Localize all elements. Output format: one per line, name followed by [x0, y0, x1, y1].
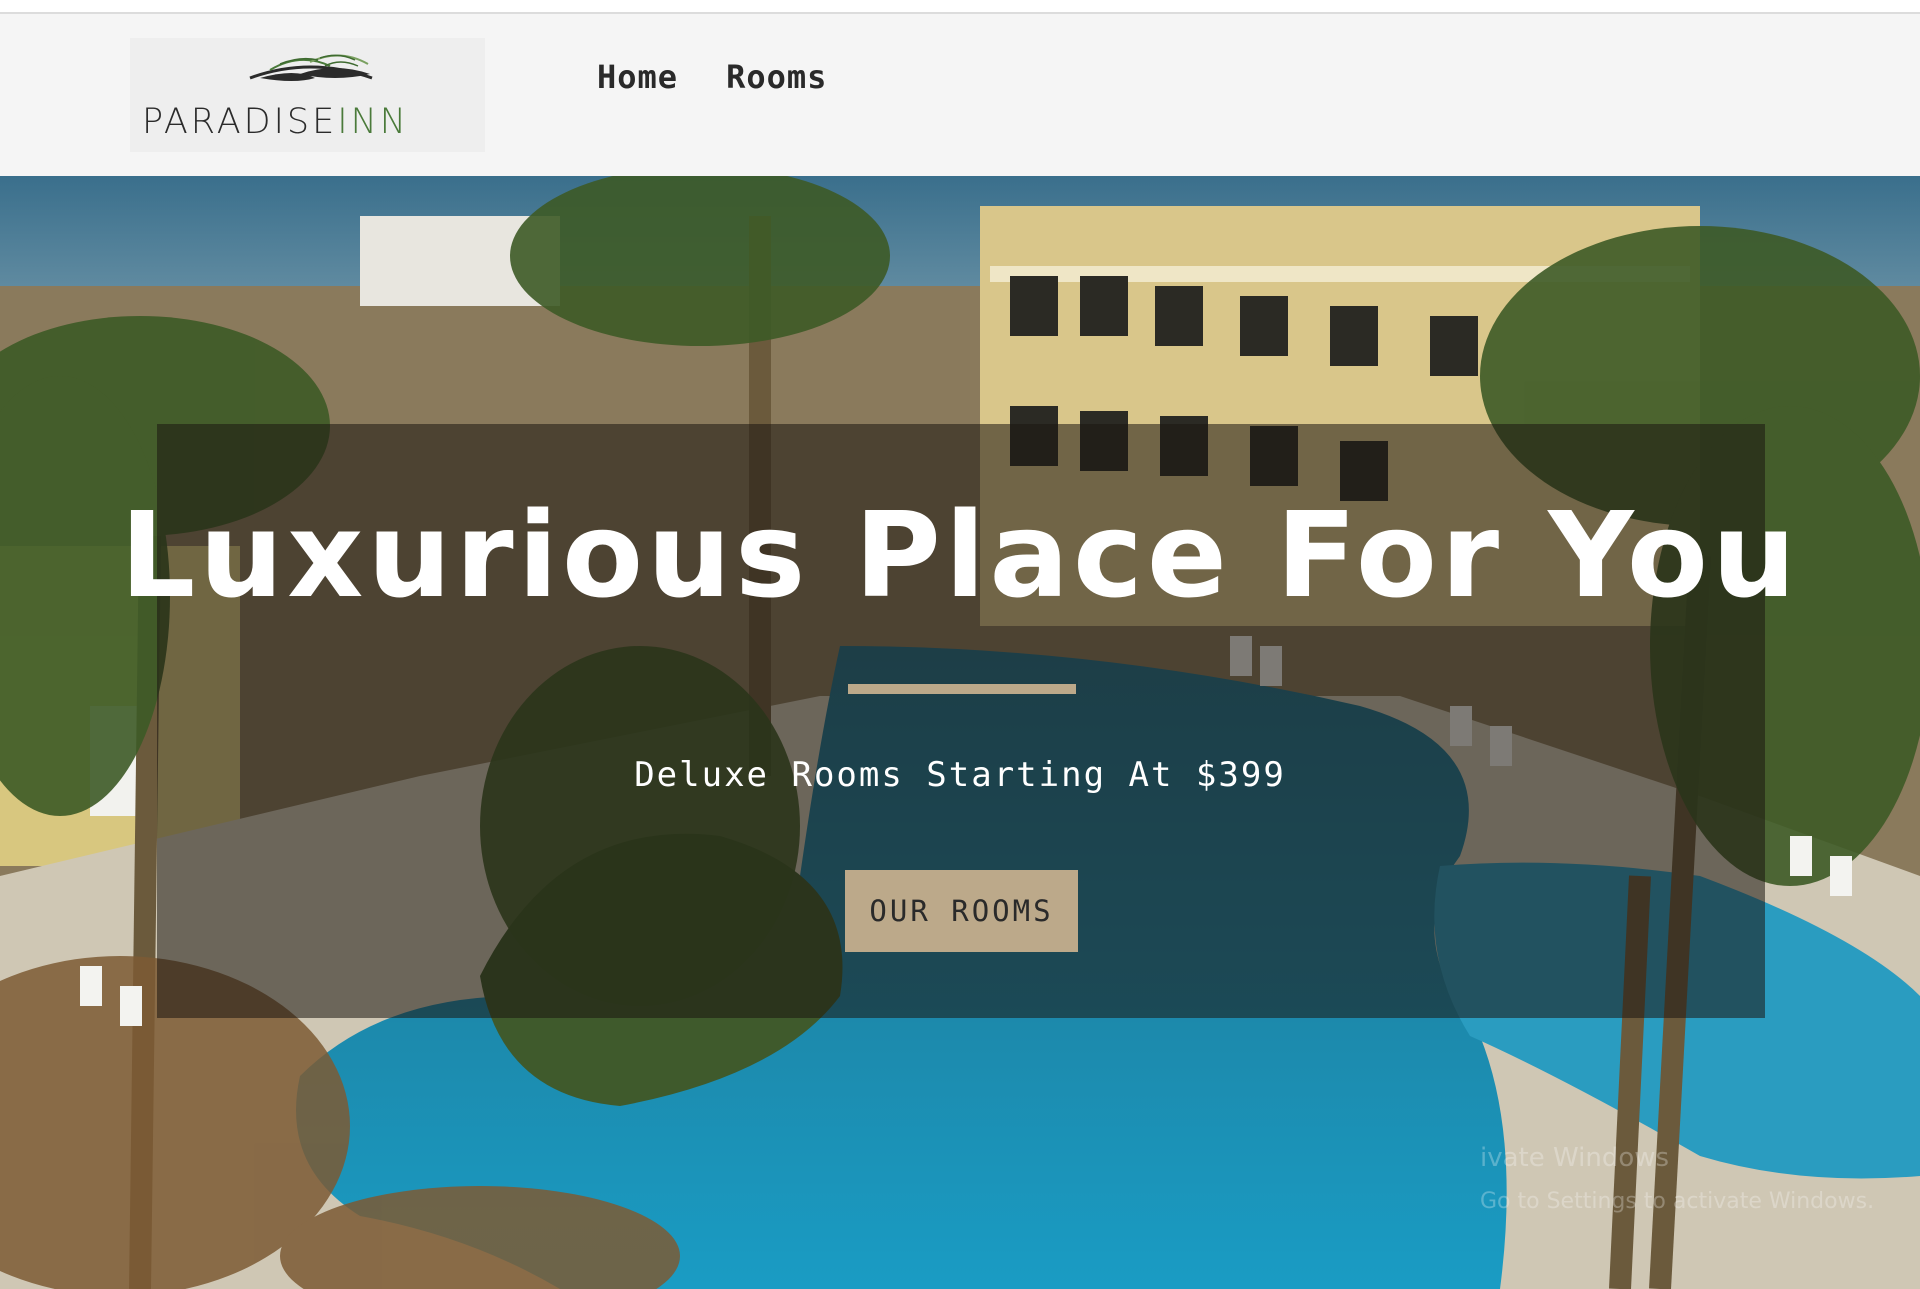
watermark-line-1: ivate Windows — [1480, 1143, 1670, 1173]
logo-wordmark-accent: INN — [337, 102, 409, 142]
site-header: PARADISEINN Home Rooms — [0, 14, 1920, 176]
hero-divider — [848, 684, 1076, 694]
main-nav: Home Rooms — [597, 58, 827, 96]
nav-item-rooms[interactable]: Rooms — [726, 58, 827, 96]
watermark-line-2: Go to Settings to activate Windows. — [1480, 1189, 1875, 1214]
palm-leaf-icon — [249, 54, 373, 81]
logo-wordmark: PARADISEINN — [142, 102, 409, 142]
logo-wordmark-main: PARADISE — [142, 102, 338, 142]
hero-headline: Luxurious Place For You — [120, 486, 1800, 624]
windows-activation-watermark: ivate Windows Go to Settings to activate… — [1480, 1136, 1900, 1224]
hero-subheadline: Deluxe Rooms Starting At $399 — [634, 755, 1286, 795]
hero-banner: Luxurious Place For You Deluxe Rooms Sta… — [0, 176, 1920, 1289]
browser-top-edge — [0, 0, 1920, 14]
our-rooms-button[interactable]: OUR ROOMS — [845, 870, 1078, 952]
paradise-inn-logo[interactable]: PARADISEINN — [130, 38, 485, 152]
nav-item-home[interactable]: Home — [597, 58, 678, 96]
